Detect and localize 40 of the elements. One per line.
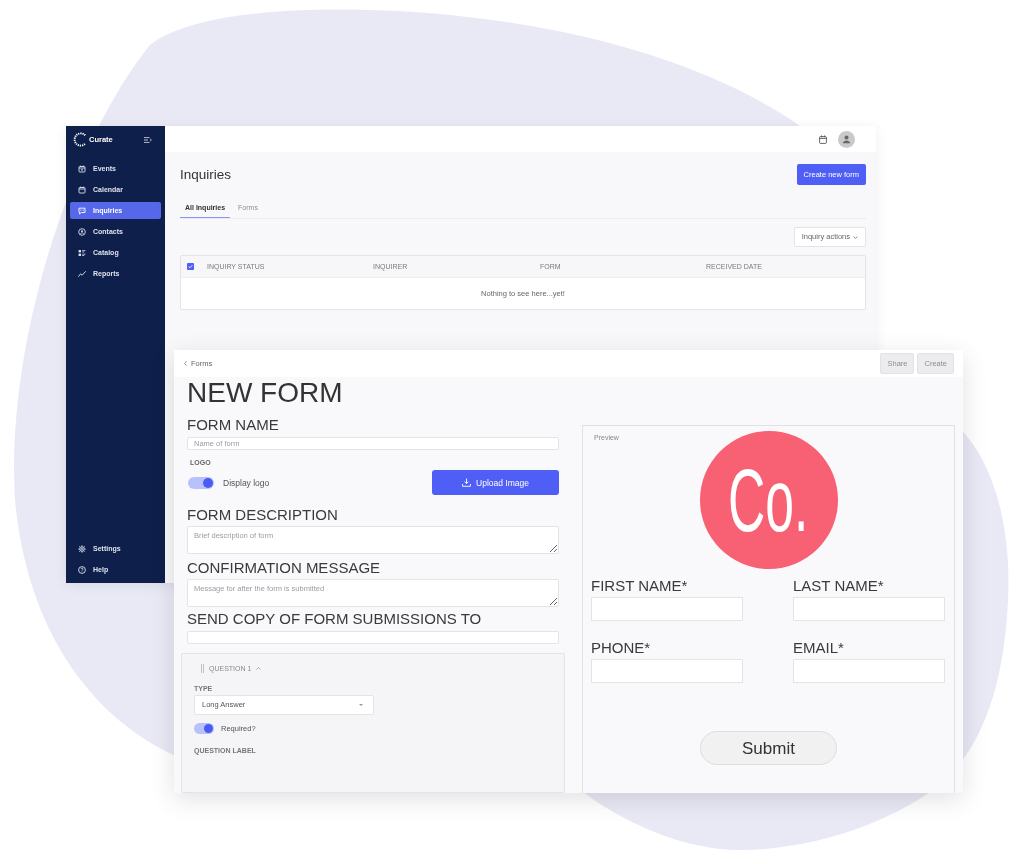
calendar-day-icon (78, 164, 86, 173)
submit-button[interactable]: Submit (700, 731, 837, 765)
caret-down-icon (359, 704, 363, 706)
chat-bubble-icon (78, 206, 86, 215)
chevron-down-icon (853, 235, 858, 239)
menu-icon[interactable] (144, 136, 152, 143)
drag-handle-icon[interactable] (201, 663, 204, 673)
avatar-icon[interactable] (838, 130, 855, 148)
text-input[interactable] (591, 659, 743, 683)
chevron-left-icon (184, 361, 187, 366)
logo-ring-icon (73, 132, 88, 147)
toggle-switch[interactable] (194, 723, 214, 734)
grid-list-icon (78, 248, 86, 257)
field-label: FORM NAME (187, 416, 279, 433)
calendar-icon[interactable] (819, 134, 827, 144)
text-input[interactable] (591, 597, 743, 621)
toggle-label: Display logo (223, 478, 270, 488)
upload-image-button[interactable]: Upload Image (432, 470, 559, 496)
user-circle-icon (78, 227, 86, 236)
help-icon (78, 565, 86, 574)
field-label: SEND COPY OF FORM SUBMISSIONS TO (187, 609, 482, 627)
select-all-checkbox[interactable] (187, 263, 194, 270)
calendar-icon (78, 185, 86, 194)
settings-icon (78, 544, 86, 553)
text-input[interactable] (187, 630, 559, 644)
field-label: CONFIRMATION MESSAGE (187, 559, 381, 576)
chevron-up-icon[interactable] (256, 666, 262, 670)
download-icon (462, 478, 472, 488)
text-input[interactable] (793, 659, 945, 683)
field-label: PHONE* (591, 639, 651, 657)
field-label: EMAIL* (793, 639, 844, 657)
toggle-switch[interactable] (188, 476, 214, 489)
trend-line-icon (78, 269, 86, 278)
logo-text: Co. (728, 455, 809, 545)
text-input[interactable] (793, 597, 945, 621)
form-title: NEW FORM (187, 378, 344, 408)
field-label: FIRST NAME* (591, 577, 688, 595)
field-label: FORM DESCRIPTION (187, 506, 338, 524)
field-label: LAST NAME* (793, 577, 884, 595)
page-title: Inquiries (180, 167, 232, 182)
